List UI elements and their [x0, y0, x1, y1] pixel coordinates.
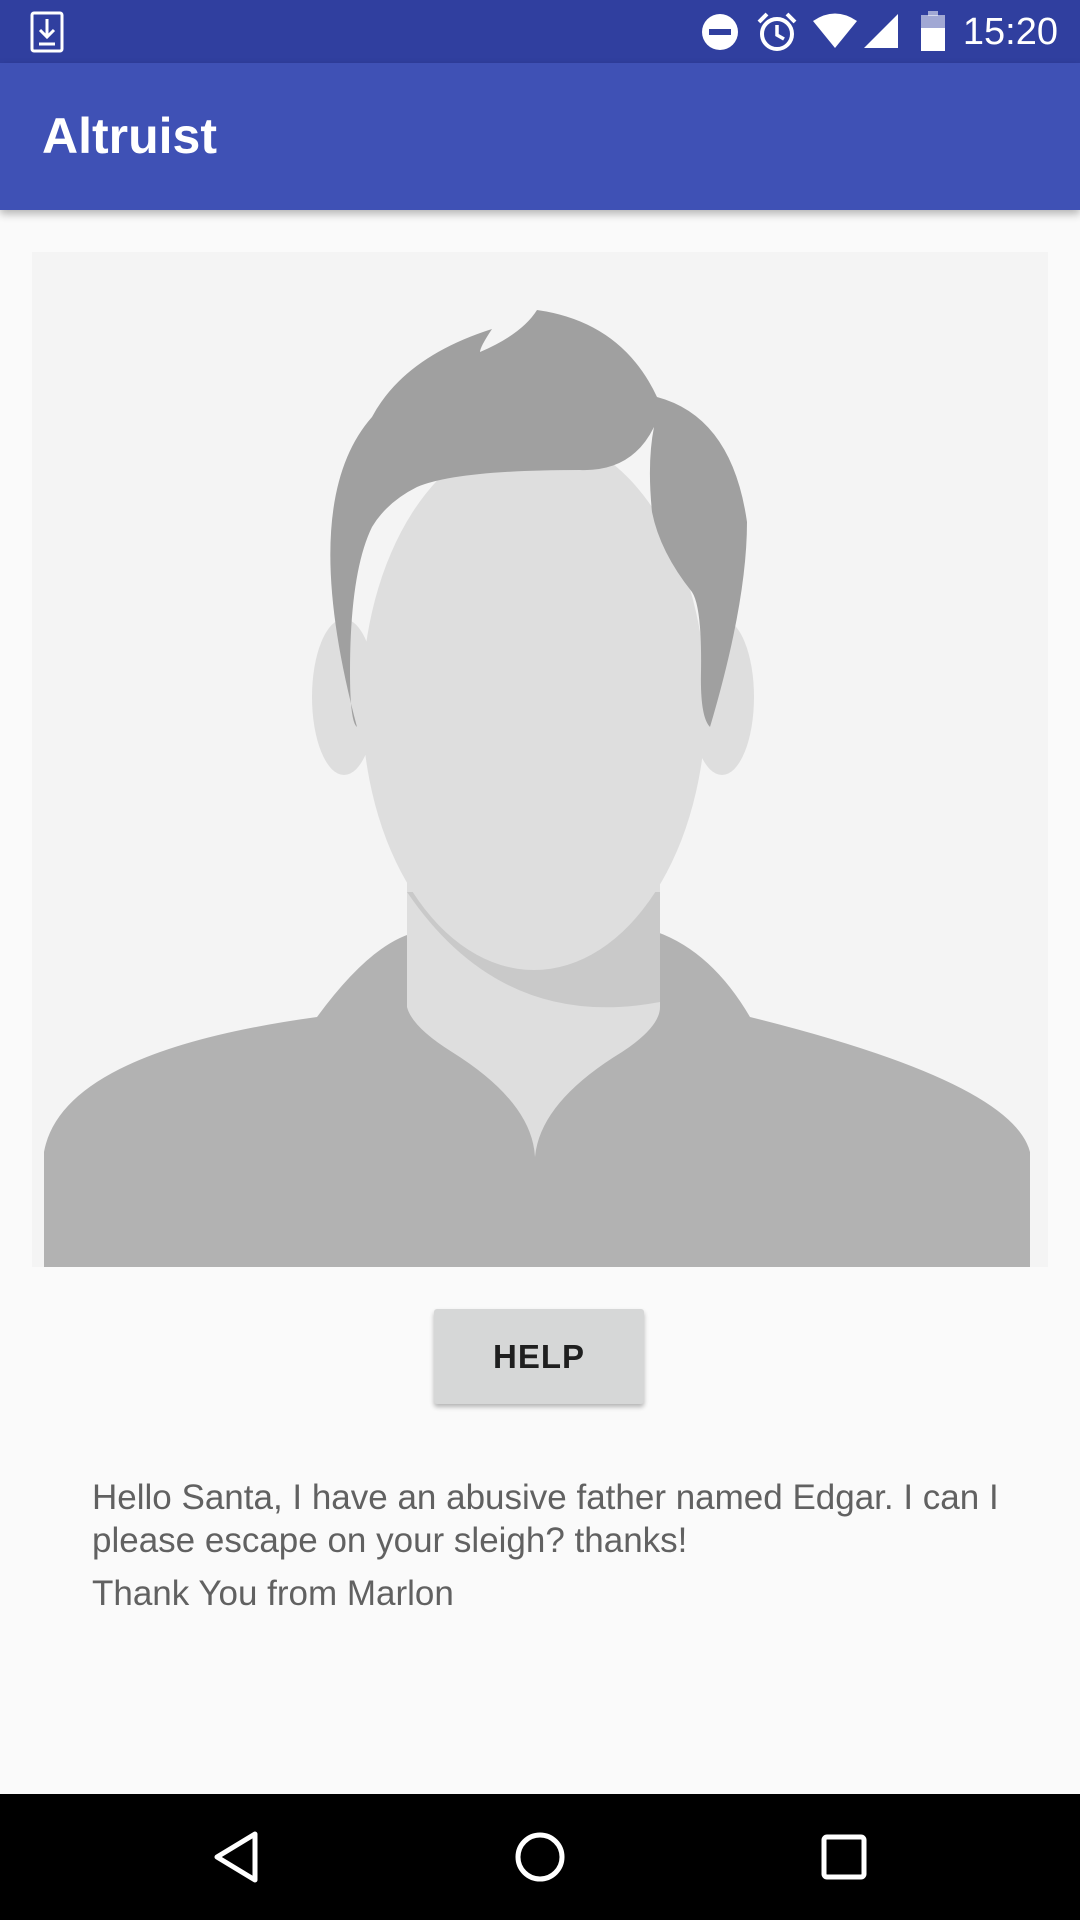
app-bar: Altruist [0, 63, 1080, 210]
help-button[interactable]: HELP [434, 1309, 644, 1404]
home-icon [515, 1832, 565, 1882]
back-icon [214, 1831, 258, 1883]
download-icon [30, 11, 64, 53]
status-bar: 15:20 [0, 0, 1080, 63]
profile-image [32, 252, 1048, 1267]
recents-button[interactable] [806, 1819, 882, 1895]
wifi-icon [813, 13, 857, 48]
message-text: Hello Santa, I have an abusive father na… [92, 1478, 999, 1560]
app-title: Altruist [42, 108, 217, 164]
message-signoff: Thank You from Marlon [92, 1574, 454, 1613]
back-button[interactable] [198, 1819, 274, 1895]
alarm-icon [757, 12, 797, 51]
recents-icon [821, 1834, 867, 1880]
status-time: 15:20 [962, 11, 1058, 53]
navigation-bar [0, 1794, 1080, 1920]
do-not-disturb-icon [702, 14, 738, 50]
home-button[interactable] [502, 1819, 578, 1895]
battery-icon [921, 11, 945, 51]
cell-signal-icon [864, 14, 898, 48]
default-person-avatar-icon [44, 310, 1030, 1267]
